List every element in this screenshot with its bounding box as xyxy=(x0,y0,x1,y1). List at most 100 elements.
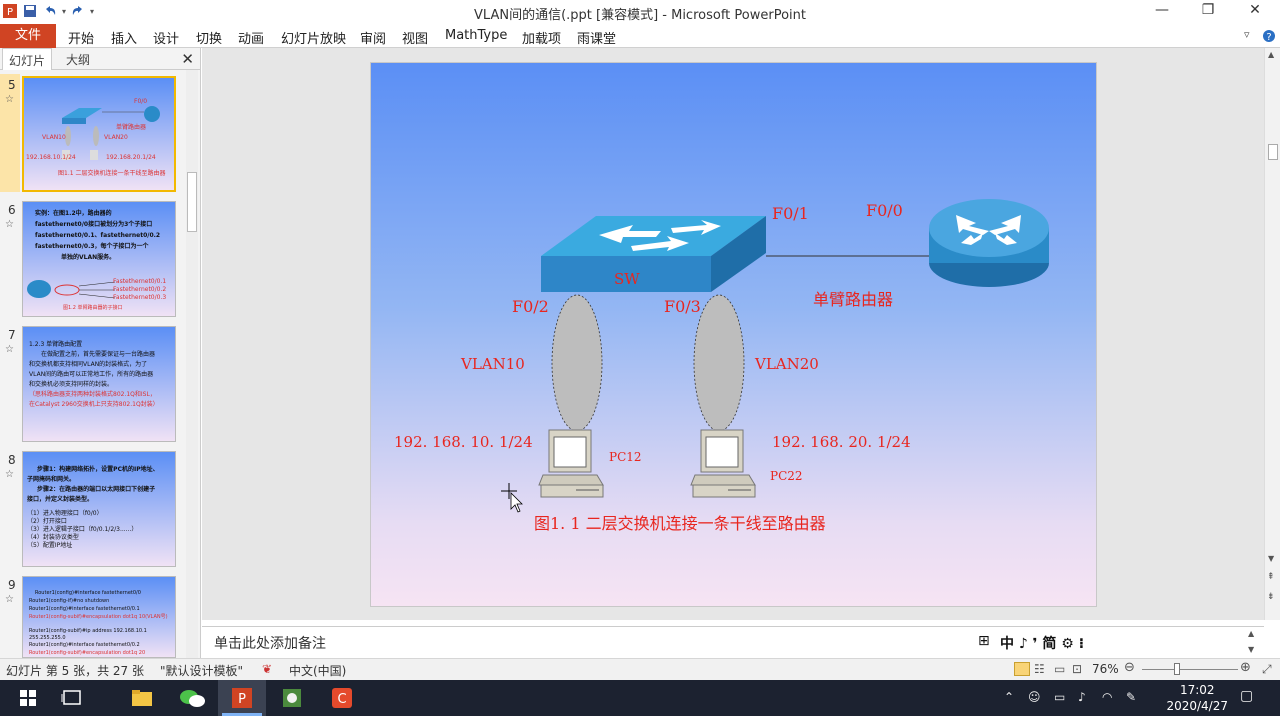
language-status[interactable]: 中文(中国) xyxy=(289,662,346,679)
pc22-label: PC22 xyxy=(770,469,803,483)
tab-design[interactable]: 设计 xyxy=(153,28,179,47)
notes-scroll-up-icon[interactable]: ▲ xyxy=(1248,629,1254,638)
fit-to-window-icon[interactable]: ⤢ xyxy=(1262,662,1272,677)
battery-icon[interactable]: ▭ xyxy=(1054,690,1065,704)
notification-icon[interactable]: ▢ xyxy=(1240,688,1253,704)
thumbnail-text: 在Catalyst 2960交换机上只支持802.1Q封装） xyxy=(29,401,159,408)
file-tab[interactable]: 文件 xyxy=(0,24,56,48)
tab-animations[interactable]: 动画 xyxy=(238,28,264,47)
vlan20-link xyxy=(693,294,745,432)
powerpoint-taskbar-icon[interactable]: P xyxy=(220,684,264,712)
tab-home[interactable]: 开始 xyxy=(68,28,94,47)
thumbnail-text: Fastethernet0/0.1 xyxy=(113,278,167,285)
vertical-scrollbar[interactable]: ▲ ▼ ⇞ ⇟ xyxy=(1264,48,1280,620)
thumbnail-text: 192.168.10.1/24 xyxy=(26,154,76,161)
thumbnail-text: 步骤1：构建网络拓扑，设置PC机的IP地址、 xyxy=(37,466,159,473)
recording-app-icon[interactable]: C xyxy=(320,684,364,712)
normal-view-icon[interactable] xyxy=(1014,662,1030,676)
tab-slideshow[interactable]: 幻灯片放映 xyxy=(281,28,346,47)
thumbnail-text: （5）配置IP地址 xyxy=(27,542,73,549)
file-explorer-icon[interactable] xyxy=(120,684,164,712)
figure-caption: 图1. 1 二层交换机连接一条干线至路由器 xyxy=(534,514,826,533)
tab-mathtype[interactable]: MathType xyxy=(445,28,507,43)
slide-thumbnail-9[interactable]: Router1(config)#interface fastethernet0/… xyxy=(22,576,176,658)
scrollbar-thumb[interactable] xyxy=(187,172,197,232)
tab-insert[interactable]: 插入 xyxy=(111,28,137,47)
slide-number: 7 xyxy=(8,328,16,342)
move-cursor-icon xyxy=(501,483,523,513)
animation-star-icon: ☆ xyxy=(5,344,14,355)
tab-review[interactable]: 审阅 xyxy=(360,28,386,47)
slide-thumbnail-8[interactable]: 步骤1：构建网络拓扑，设置PC机的IP地址、 子网掩码和网关。 步骤2：在路由器… xyxy=(22,451,176,567)
notes-scroll-down-icon[interactable]: ▼ xyxy=(1248,645,1254,654)
zoom-level[interactable]: 76% xyxy=(1092,662,1119,676)
zoom-in-icon[interactable]: ⊕ xyxy=(1240,660,1251,675)
zoom-out-icon[interactable]: ⊖ xyxy=(1124,660,1135,675)
notes-pane[interactable]: 单击此处添加备注 ⊞ 中 ♪ ❜ 简 ⚙ ⁝ ▲ ▼ xyxy=(202,626,1264,657)
thumbnail-text: fastethernet0/0接口被划分为3个子接口 xyxy=(35,221,153,228)
zoom-slider-thumb[interactable] xyxy=(1174,663,1180,675)
port-label-f02: F0/2 xyxy=(512,297,549,316)
window-title: VLAN间的通信(.ppt [兼容模式] - Microsoft PowerPo… xyxy=(474,8,806,23)
ime-toolbar[interactable]: 中 ♪ ❜ 简 ⚙ ⁝ xyxy=(1000,633,1084,653)
slide-thumbnail-5[interactable]: 单臂路由器 VLAN10 VLAN20 192.168.10.1/24 192.… xyxy=(22,76,176,192)
svg-text:C: C xyxy=(337,692,346,707)
tab-outline[interactable]: 大纲 xyxy=(66,51,90,68)
wifi-icon[interactable]: ◠ xyxy=(1102,690,1112,704)
gateway-ip-vlan20: 192. 168. 20. 1/24 xyxy=(772,433,911,451)
thumbnail-router-diagram xyxy=(27,280,115,299)
clock-time: 17:02 xyxy=(1179,683,1215,697)
tab-addins[interactable]: 加载项 xyxy=(522,28,561,47)
vlan10-label: VLAN10 xyxy=(461,355,525,373)
tray-app-icon[interactable]: ☺ xyxy=(1028,690,1041,704)
scroll-up-icon[interactable]: ▲ xyxy=(1268,50,1274,59)
thumbnail-text: Router1(config-subif)#encapsulation dot1… xyxy=(29,650,146,656)
windows-start-icon[interactable] xyxy=(6,684,50,712)
reading-view-icon[interactable]: ▭ xyxy=(1054,662,1065,676)
thumbnail-text: 单独的VLAN服务。 xyxy=(61,254,116,261)
scrollbar-thumb[interactable] xyxy=(1268,144,1278,160)
task-view-icon[interactable] xyxy=(50,684,94,712)
tab-view[interactable]: 视图 xyxy=(402,28,428,47)
thumbnail-text: （3）进入逻辑子接口（f0/0.1/2/3......） xyxy=(27,526,138,533)
slide-sorter-icon[interactable]: ☷ xyxy=(1034,662,1045,676)
minimize-button[interactable]: — xyxy=(1147,2,1177,22)
notes-placeholder[interactable]: 单击此处添加备注 xyxy=(214,633,326,653)
tab-rainclassroom[interactable]: 雨课堂 xyxy=(577,28,616,47)
windows-taskbar: P C ⌃ ☺ ▭ ♪ ◠ ✎ 17:02 2020/4/27 ▢ xyxy=(0,680,1280,716)
thumbnail-text: 在做配置之前，首先需要保证与一台路由器 xyxy=(41,351,156,358)
restore-button[interactable]: ❐ xyxy=(1193,2,1223,22)
slide-thumbnail-6[interactable]: 实例：在图1.2中，路由器的 fastethernet0/0接口被划分为3个子接… xyxy=(22,201,176,317)
thumbnail-text: （1）进入物理接口（f0/0） xyxy=(27,510,103,517)
system-clock[interactable]: 17:02 2020/4/27 xyxy=(1166,682,1228,714)
panel-tabs: 幻灯片 大纲 ✕ xyxy=(0,48,200,70)
slide-count-status: 幻灯片 第 5 张，共 27 张 xyxy=(6,664,144,678)
vlan10-link xyxy=(551,294,603,432)
thumbnail-scrollbar[interactable] xyxy=(186,70,198,658)
slide-canvas[interactable]: SW F0/1 F0/0 F0/2 F0/3 单臂路由器 VLAN10 VLAN… xyxy=(370,62,1097,607)
pen-icon[interactable]: ✎ xyxy=(1126,690,1136,704)
previous-slide-icon[interactable]: ⇞ xyxy=(1267,572,1275,582)
tab-slides[interactable]: 幻灯片 xyxy=(2,48,53,70)
slideshow-icon[interactable]: ⊡ xyxy=(1072,662,1082,676)
ime-grid-icon[interactable]: ⊞ xyxy=(978,633,990,649)
wechat-icon[interactable] xyxy=(170,684,214,712)
zoom-slider[interactable] xyxy=(1142,669,1238,670)
next-slide-icon[interactable]: ⇟ xyxy=(1267,592,1275,602)
thumbnail-text: 图1.2 单臂路由器的子接口 xyxy=(63,305,123,311)
thumbnail-text: 和交换机必须支持同样的封装。 xyxy=(29,381,114,388)
thumbnail-text: Router1(config)#interface fastethernet0/… xyxy=(29,642,140,648)
spellcheck-icon[interactable]: ❦ xyxy=(262,662,272,676)
close-button[interactable]: ✕ xyxy=(1240,2,1270,22)
help-icon[interactable]: ? xyxy=(1262,29,1276,43)
tray-expand-icon[interactable]: ⌃ xyxy=(1004,690,1014,704)
pc12-computer-icon xyxy=(538,429,604,498)
volume-icon[interactable]: ♪ xyxy=(1078,690,1086,704)
camtasia-icon[interactable] xyxy=(270,684,314,712)
scroll-down-icon[interactable]: ▼ xyxy=(1268,554,1274,563)
slide-thumbnail-7[interactable]: 1.2.3 单臂路由配置 在做配置之前，首先需要保证与一台路由器 和交换机都支持… xyxy=(22,326,176,442)
ribbon-expand-icon[interactable]: ▿ xyxy=(1244,28,1250,41)
thumbnail-text: 步骤2：在路由器的端口以太网接口下创建子 xyxy=(37,486,156,493)
panel-close-icon[interactable]: ✕ xyxy=(181,50,194,68)
tab-transitions[interactable]: 切换 xyxy=(196,28,222,47)
